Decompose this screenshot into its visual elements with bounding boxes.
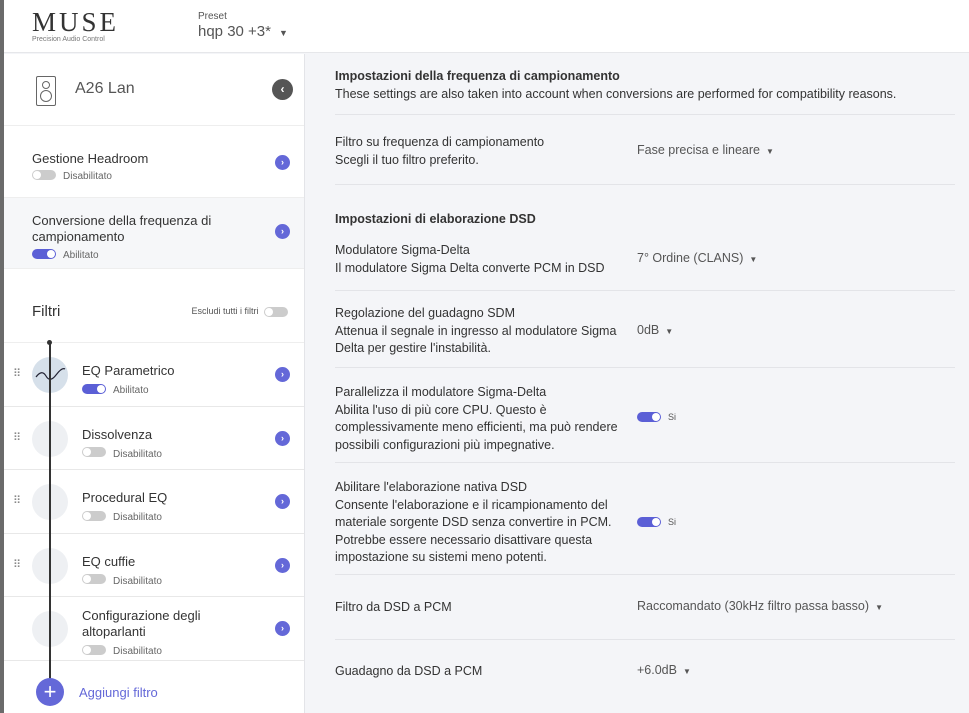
dropdown-value: Raccomandato (30kHz filtro passa basso) — [637, 599, 869, 613]
drag-handle-icon[interactable]: ⠿ — [13, 367, 19, 380]
chevron-right-icon[interactable]: › — [275, 224, 290, 239]
divider — [335, 367, 955, 368]
chevron-right-icon[interactable]: › — [275, 621, 290, 636]
chevron-down-icon: ▼ — [749, 255, 757, 264]
divider — [335, 639, 955, 640]
setting-label: Filtro su frequenza di campionamento Sce… — [335, 134, 625, 169]
filter-name: Configurazione degli altoparlanti — [82, 608, 232, 640]
samplerate-toggle[interactable] — [32, 249, 56, 259]
sidebar: A26 Lan ‹ Gestione Headroom Disabilitato… — [4, 54, 305, 713]
setting-label: Abilitare l'elaborazione nativa DSD Cons… — [335, 479, 625, 567]
drag-handle-icon[interactable]: ⠿ — [13, 431, 19, 444]
chevron-down-icon: ▼ — [875, 603, 883, 612]
logo-text: MUSE — [32, 7, 119, 38]
chevron-down-icon: ▼ — [665, 327, 673, 336]
setting-label: Guadagno da DSD a PCM — [335, 663, 625, 681]
filter-status: Abilitato — [113, 385, 149, 396]
filter-name: Procedural EQ — [82, 490, 167, 505]
dropdown-value: 0dB — [637, 323, 659, 337]
preset-label: Preset — [198, 11, 288, 22]
header: MUSE Precision Audio Control Preset hqp … — [4, 0, 969, 53]
divider — [335, 290, 955, 291]
filter-name: EQ Parametrico — [82, 363, 174, 378]
section-title: Conversione della frequenza di campionam… — [32, 213, 242, 245]
preset-value: hqp 30 +3* — [198, 23, 271, 40]
parallelize-toggle[interactable] — [637, 412, 661, 422]
dropdown-value: 7° Ordine (CLANS) — [637, 251, 743, 265]
add-filter-button[interactable]: + — [36, 678, 64, 706]
device-header: A26 Lan ‹ — [4, 54, 304, 126]
filter-name: EQ cuffie — [82, 554, 135, 569]
setting-label: Filtro da DSD a PCM — [335, 599, 625, 617]
preset-selector[interactable]: Preset hqp 30 +3* ▼ — [198, 11, 288, 40]
filter-toggle[interactable] — [82, 447, 106, 457]
add-filter-link[interactable]: Aggiungi filtro — [79, 685, 158, 700]
section-status: Disabilitato — [63, 171, 112, 182]
back-button[interactable]: ‹ — [272, 79, 293, 100]
setting-dropdown[interactable]: Raccomandato (30kHz filtro passa basso) ▼ — [637, 599, 883, 613]
filter-chain-line — [49, 342, 51, 687]
filter-name: Dissolvenza — [82, 427, 152, 442]
section-headroom[interactable]: Gestione Headroom Disabilitato › — [4, 126, 304, 198]
filters-header: Filtri Escludi tutti i filtri — [4, 269, 304, 343]
section-status: Abilitato — [63, 250, 99, 261]
divider — [335, 574, 955, 575]
filter-toggle[interactable] — [82, 511, 106, 521]
device-name: A26 Lan — [75, 80, 135, 98]
chevron-right-icon[interactable]: › — [275, 367, 290, 382]
filter-status: Disabilitato — [113, 512, 162, 523]
setting-dropdown[interactable]: 0dB ▼ — [637, 323, 673, 337]
chevron-down-icon: ▼ — [683, 667, 691, 676]
section-heading: Impostazioni della frequenza di campiona… — [335, 69, 955, 83]
filter-status: Disabilitato — [113, 576, 162, 587]
filter-toggle[interactable] — [82, 645, 106, 655]
setting-dropdown[interactable]: 7° Ordine (CLANS) ▼ — [637, 251, 757, 265]
dropdown-value: +6.0dB — [637, 663, 677, 677]
chevron-right-icon[interactable]: › — [275, 431, 290, 446]
native-dsd-toggle[interactable] — [637, 517, 661, 527]
section-description: These settings are also taken into accou… — [335, 86, 955, 103]
muse-logo: MUSE Precision Audio Control — [32, 7, 119, 43]
divider — [335, 462, 955, 463]
filter-toggle[interactable] — [82, 384, 106, 394]
setting-label: Regolazione del guadagno SDM Attenua il … — [335, 305, 625, 358]
filters-title: Filtri — [32, 303, 60, 320]
setting-label: Parallelizza il modulatore Sigma-Delta A… — [335, 384, 625, 454]
setting-label: Modulatore Sigma-Delta Il modulatore Sig… — [335, 242, 625, 277]
toggle-value: Si — [668, 412, 676, 422]
section-title: Gestione Headroom — [32, 151, 148, 166]
chevron-down-icon: ▼ — [766, 147, 774, 156]
exclude-all-filters[interactable]: Escludi tutti i filtri — [191, 306, 288, 317]
filter-toggle[interactable] — [82, 574, 106, 584]
headroom-toggle[interactable] — [32, 170, 56, 180]
dropdown-value: Fase precisa e lineare — [637, 143, 760, 157]
exclude-all-toggle[interactable] — [264, 307, 288, 317]
filter-status: Disabilitato — [113, 449, 162, 460]
toggle-value: Si — [668, 517, 676, 527]
speaker-icon — [36, 76, 56, 106]
drag-handle-icon[interactable]: ⠿ — [13, 558, 19, 571]
filter-status: Disabilitato — [113, 646, 162, 657]
chevron-right-icon[interactable]: › — [275, 494, 290, 509]
setting-dropdown[interactable]: Fase precisa e lineare ▼ — [637, 143, 774, 157]
divider — [335, 114, 955, 115]
divider — [335, 184, 955, 185]
setting-dropdown[interactable]: +6.0dB ▼ — [637, 663, 691, 677]
section-sample-rate[interactable]: Conversione della frequenza di campionam… — [4, 198, 304, 269]
chevron-right-icon[interactable]: › — [275, 155, 290, 170]
chevron-right-icon[interactable]: › — [275, 558, 290, 573]
drag-handle-icon[interactable]: ⠿ — [13, 494, 19, 507]
chevron-down-icon: ▼ — [279, 28, 288, 38]
section-heading: Impostazioni di elaborazione DSD — [335, 212, 955, 226]
exclude-all-label: Escludi tutti i filtri — [191, 306, 258, 316]
filter-chain-start — [47, 340, 52, 345]
